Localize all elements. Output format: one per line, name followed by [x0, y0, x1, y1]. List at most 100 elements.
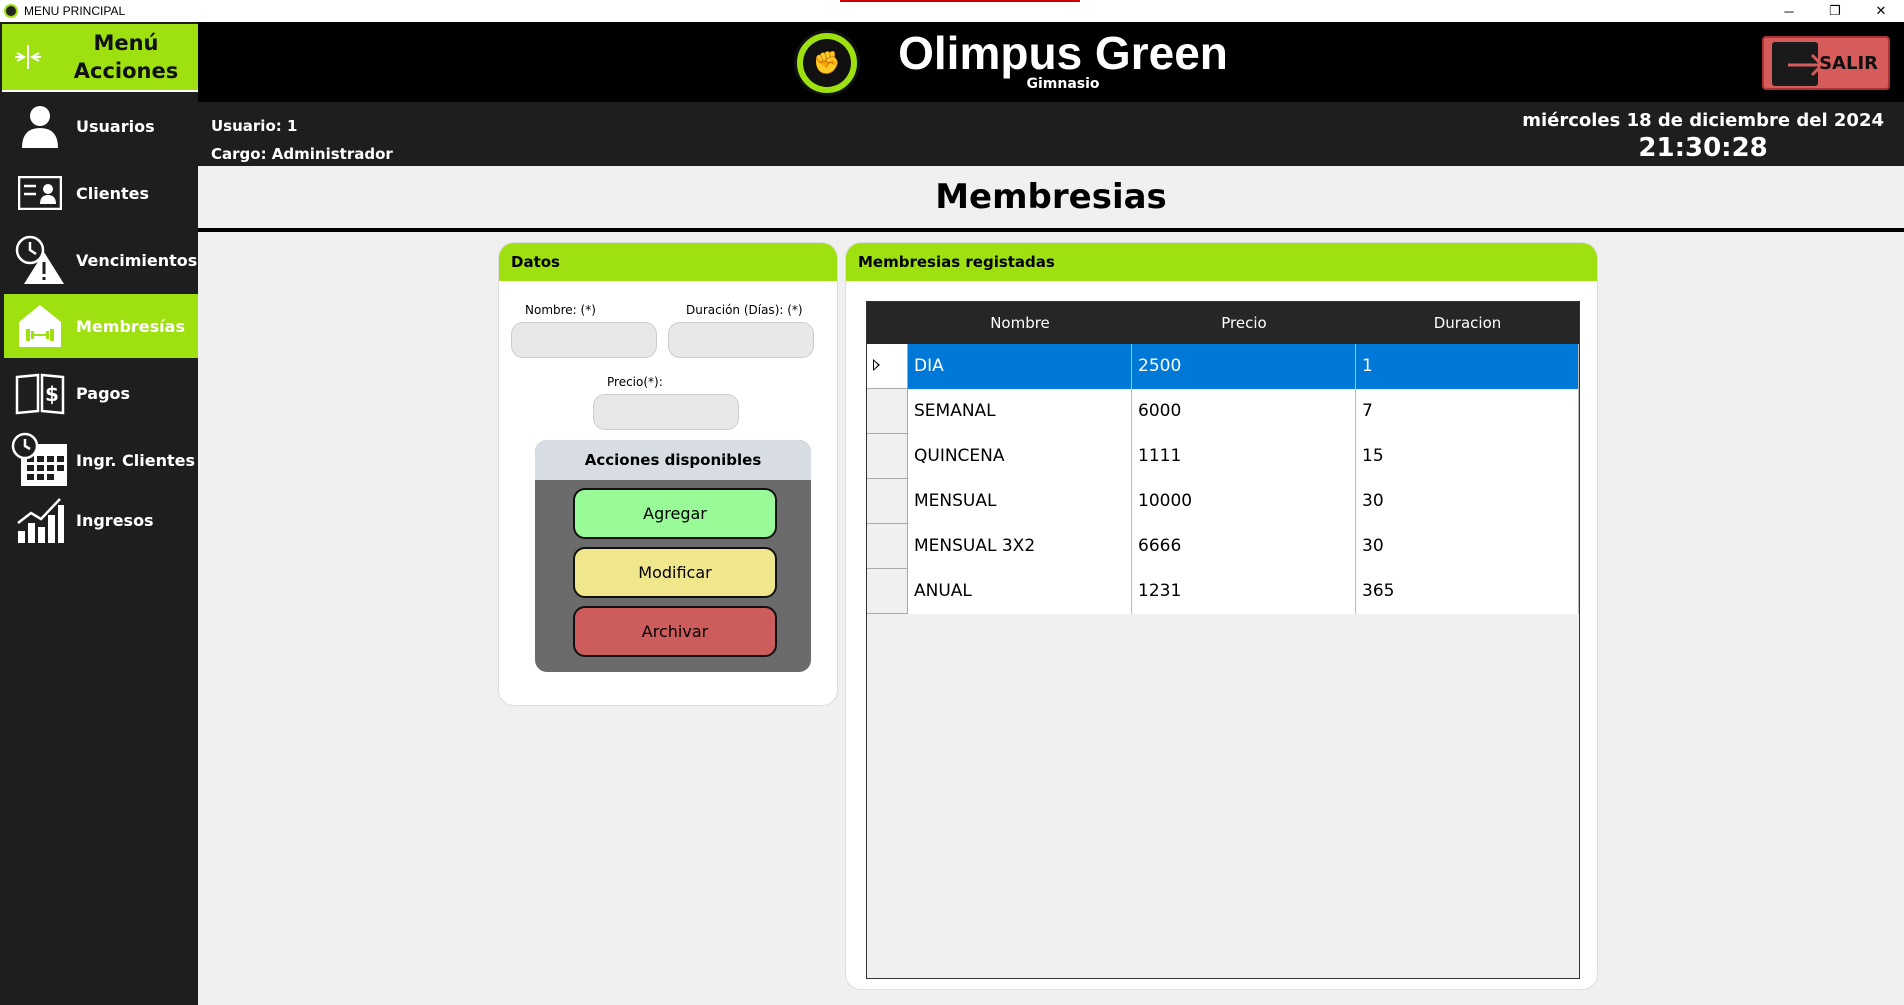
table-row[interactable]: MENSUAL 10000 30 [867, 479, 1579, 524]
cell-nombre[interactable]: MENSUAL [908, 479, 1132, 524]
table-row[interactable]: MENSUAL 3X2 6666 30 [867, 524, 1579, 569]
exit-button[interactable]: SALIR [1762, 36, 1890, 90]
collapse-icon [2, 42, 54, 72]
chart-bars-icon [4, 495, 76, 545]
id-card-icon [4, 176, 76, 210]
cell-precio[interactable]: 1111 [1132, 434, 1356, 479]
table-row[interactable]: ANUAL 1231 365 [867, 569, 1579, 614]
datetime: miércoles 18 de diciembre del 2024 21:30… [1522, 110, 1884, 163]
sidebar-item-label: Membresías [76, 316, 185, 336]
table-header: Nombre Precio Duracion [867, 302, 1579, 344]
restore-button[interactable]: ❐ [1812, 0, 1858, 22]
column-header-precio[interactable]: Precio [1132, 302, 1356, 344]
cell-precio[interactable]: 6000 [1132, 389, 1356, 434]
window-titlebar: MENU PRINCIPAL ─ ❐ ✕ [0, 0, 1904, 22]
current-date: miércoles 18 de diciembre del 2024 [1522, 110, 1884, 131]
duracion-label: Duración (Días): (*) [686, 303, 803, 317]
nombre-field[interactable] [511, 322, 657, 358]
cell-nombre[interactable]: QUINCENA [908, 434, 1132, 479]
cell-duracion[interactable]: 30 [1356, 479, 1579, 524]
membresias-panel-header: Membresias registadas [846, 243, 1597, 281]
user-id: Usuario: 1 [211, 117, 298, 135]
actions-header: Acciones disponibles [535, 440, 811, 480]
clock-warning-icon [4, 234, 76, 286]
cell-precio[interactable]: 2500 [1132, 344, 1356, 389]
sidebar-item-clientes[interactable]: Clientes [4, 161, 198, 225]
cell-nombre[interactable]: DIA [908, 344, 1132, 389]
sidebar-menu-toggle[interactable]: Menú Acciones [2, 24, 198, 92]
row-selector[interactable] [867, 479, 908, 524]
sidebar-item-usuarios[interactable]: Usuarios [4, 94, 198, 158]
title-divider [198, 228, 1904, 232]
sidebar-item-label: Usuarios [76, 116, 155, 136]
calendar-clock-icon [4, 432, 76, 488]
table-row[interactable]: DIA 2500 1 [867, 344, 1579, 389]
dollar-book-icon: $ [4, 371, 76, 415]
cell-duracion[interactable]: 15 [1356, 434, 1579, 479]
window-title: MENU PRINCIPAL [24, 4, 126, 18]
row-selector[interactable] [867, 389, 908, 434]
house-dumbbell-icon [4, 302, 76, 350]
archive-button[interactable]: Archivar [573, 606, 777, 657]
precio-label: Precio(*): [607, 375, 663, 389]
close-button[interactable]: ✕ [1858, 0, 1904, 22]
minimize-button[interactable]: ─ [1766, 0, 1812, 22]
duracion-field[interactable] [668, 322, 814, 358]
table-row[interactable]: QUINCENA 1111 15 [867, 434, 1579, 479]
membresias-table[interactable]: Nombre Precio Duracion DIA 2500 1 SEMANAL 60… [866, 301, 1580, 979]
row-selector[interactable] [867, 344, 908, 389]
sidebar-item-vencimientos[interactable]: Vencimientos [4, 228, 198, 292]
datos-panel-header: Datos [499, 243, 837, 281]
sidebar-item-label: Clientes [76, 183, 149, 203]
app-header: ✊ Olimpus Green Gimnasio SALIR [198, 22, 1904, 102]
gym-logo: ✊ [794, 30, 860, 96]
table-row[interactable]: SEMANAL 6000 7 [867, 389, 1579, 434]
sidebar: Menú Acciones Usuarios Clientes Vencimie… [0, 22, 198, 1005]
cell-nombre[interactable]: MENSUAL 3X2 [908, 524, 1132, 569]
fist-icon: ✊ [803, 39, 851, 87]
actions-group: Acciones disponibles Agregar Modificar A… [535, 440, 811, 672]
session-infobar: Usuario: 1 Cargo: Administrador miércole… [198, 102, 1904, 166]
cell-duracion[interactable]: 7 [1356, 389, 1579, 434]
cell-duracion[interactable]: 30 [1356, 524, 1579, 569]
svg-text:$: $ [45, 382, 59, 406]
row-selector[interactable] [867, 524, 908, 569]
cell-duracion[interactable]: 365 [1356, 569, 1579, 614]
app-icon [4, 4, 18, 18]
sidebar-item-label: Vencimientos [76, 250, 198, 270]
sidebar-item-ingresos[interactable]: Ingresos [4, 488, 198, 552]
membresias-panel: Membresias registadas Nombre Precio Dura… [845, 242, 1598, 990]
brand: Olimpus Green Gimnasio [878, 26, 1248, 92]
column-header-duracion[interactable]: Duracion [1356, 302, 1579, 344]
sidebar-item-label: Pagos [76, 383, 131, 403]
sidebar-item-ingr-clientes[interactable]: Ingr. Clientes [4, 428, 198, 492]
user-role: Cargo: Administrador [211, 145, 393, 163]
sidebar-menu-label: Menú Acciones [73, 31, 179, 83]
cell-precio[interactable]: 1231 [1132, 569, 1356, 614]
titlebar-accent-mark [840, 0, 1080, 2]
column-header-nombre[interactable]: Nombre [908, 302, 1132, 344]
cell-nombre[interactable]: ANUAL [908, 569, 1132, 614]
sidebar-item-label: Ingr. Clientes [76, 450, 196, 470]
row-selector[interactable] [867, 434, 908, 479]
row-selector[interactable] [867, 569, 908, 614]
sidebar-item-membresias[interactable]: Membresías [4, 294, 198, 358]
nombre-label: Nombre: (*) [525, 303, 596, 317]
session-info: Usuario: 1 Cargo: Administrador [211, 112, 393, 168]
cell-precio[interactable]: 6666 [1132, 524, 1356, 569]
current-time: 21:30:28 [1638, 133, 1768, 163]
page-title: Membresias [935, 177, 1167, 217]
add-button[interactable]: Agregar [573, 488, 777, 539]
user-icon [4, 104, 76, 148]
datos-panel: Datos Nombre: (*) Duración (Días): (*) P… [498, 242, 838, 706]
modify-button[interactable]: Modificar [573, 547, 777, 598]
cell-duracion[interactable]: 1 [1356, 344, 1579, 389]
current-row-icon [873, 359, 880, 371]
brand-name: Olimpus Green [898, 27, 1228, 79]
precio-field[interactable] [593, 394, 739, 430]
cell-precio[interactable]: 10000 [1132, 479, 1356, 524]
cell-nombre[interactable]: SEMANAL [908, 389, 1132, 434]
exit-label: SALIR [1819, 52, 1878, 74]
sidebar-item-label: Ingresos [76, 510, 154, 530]
sidebar-item-pagos[interactable]: $ Pagos [4, 361, 198, 425]
